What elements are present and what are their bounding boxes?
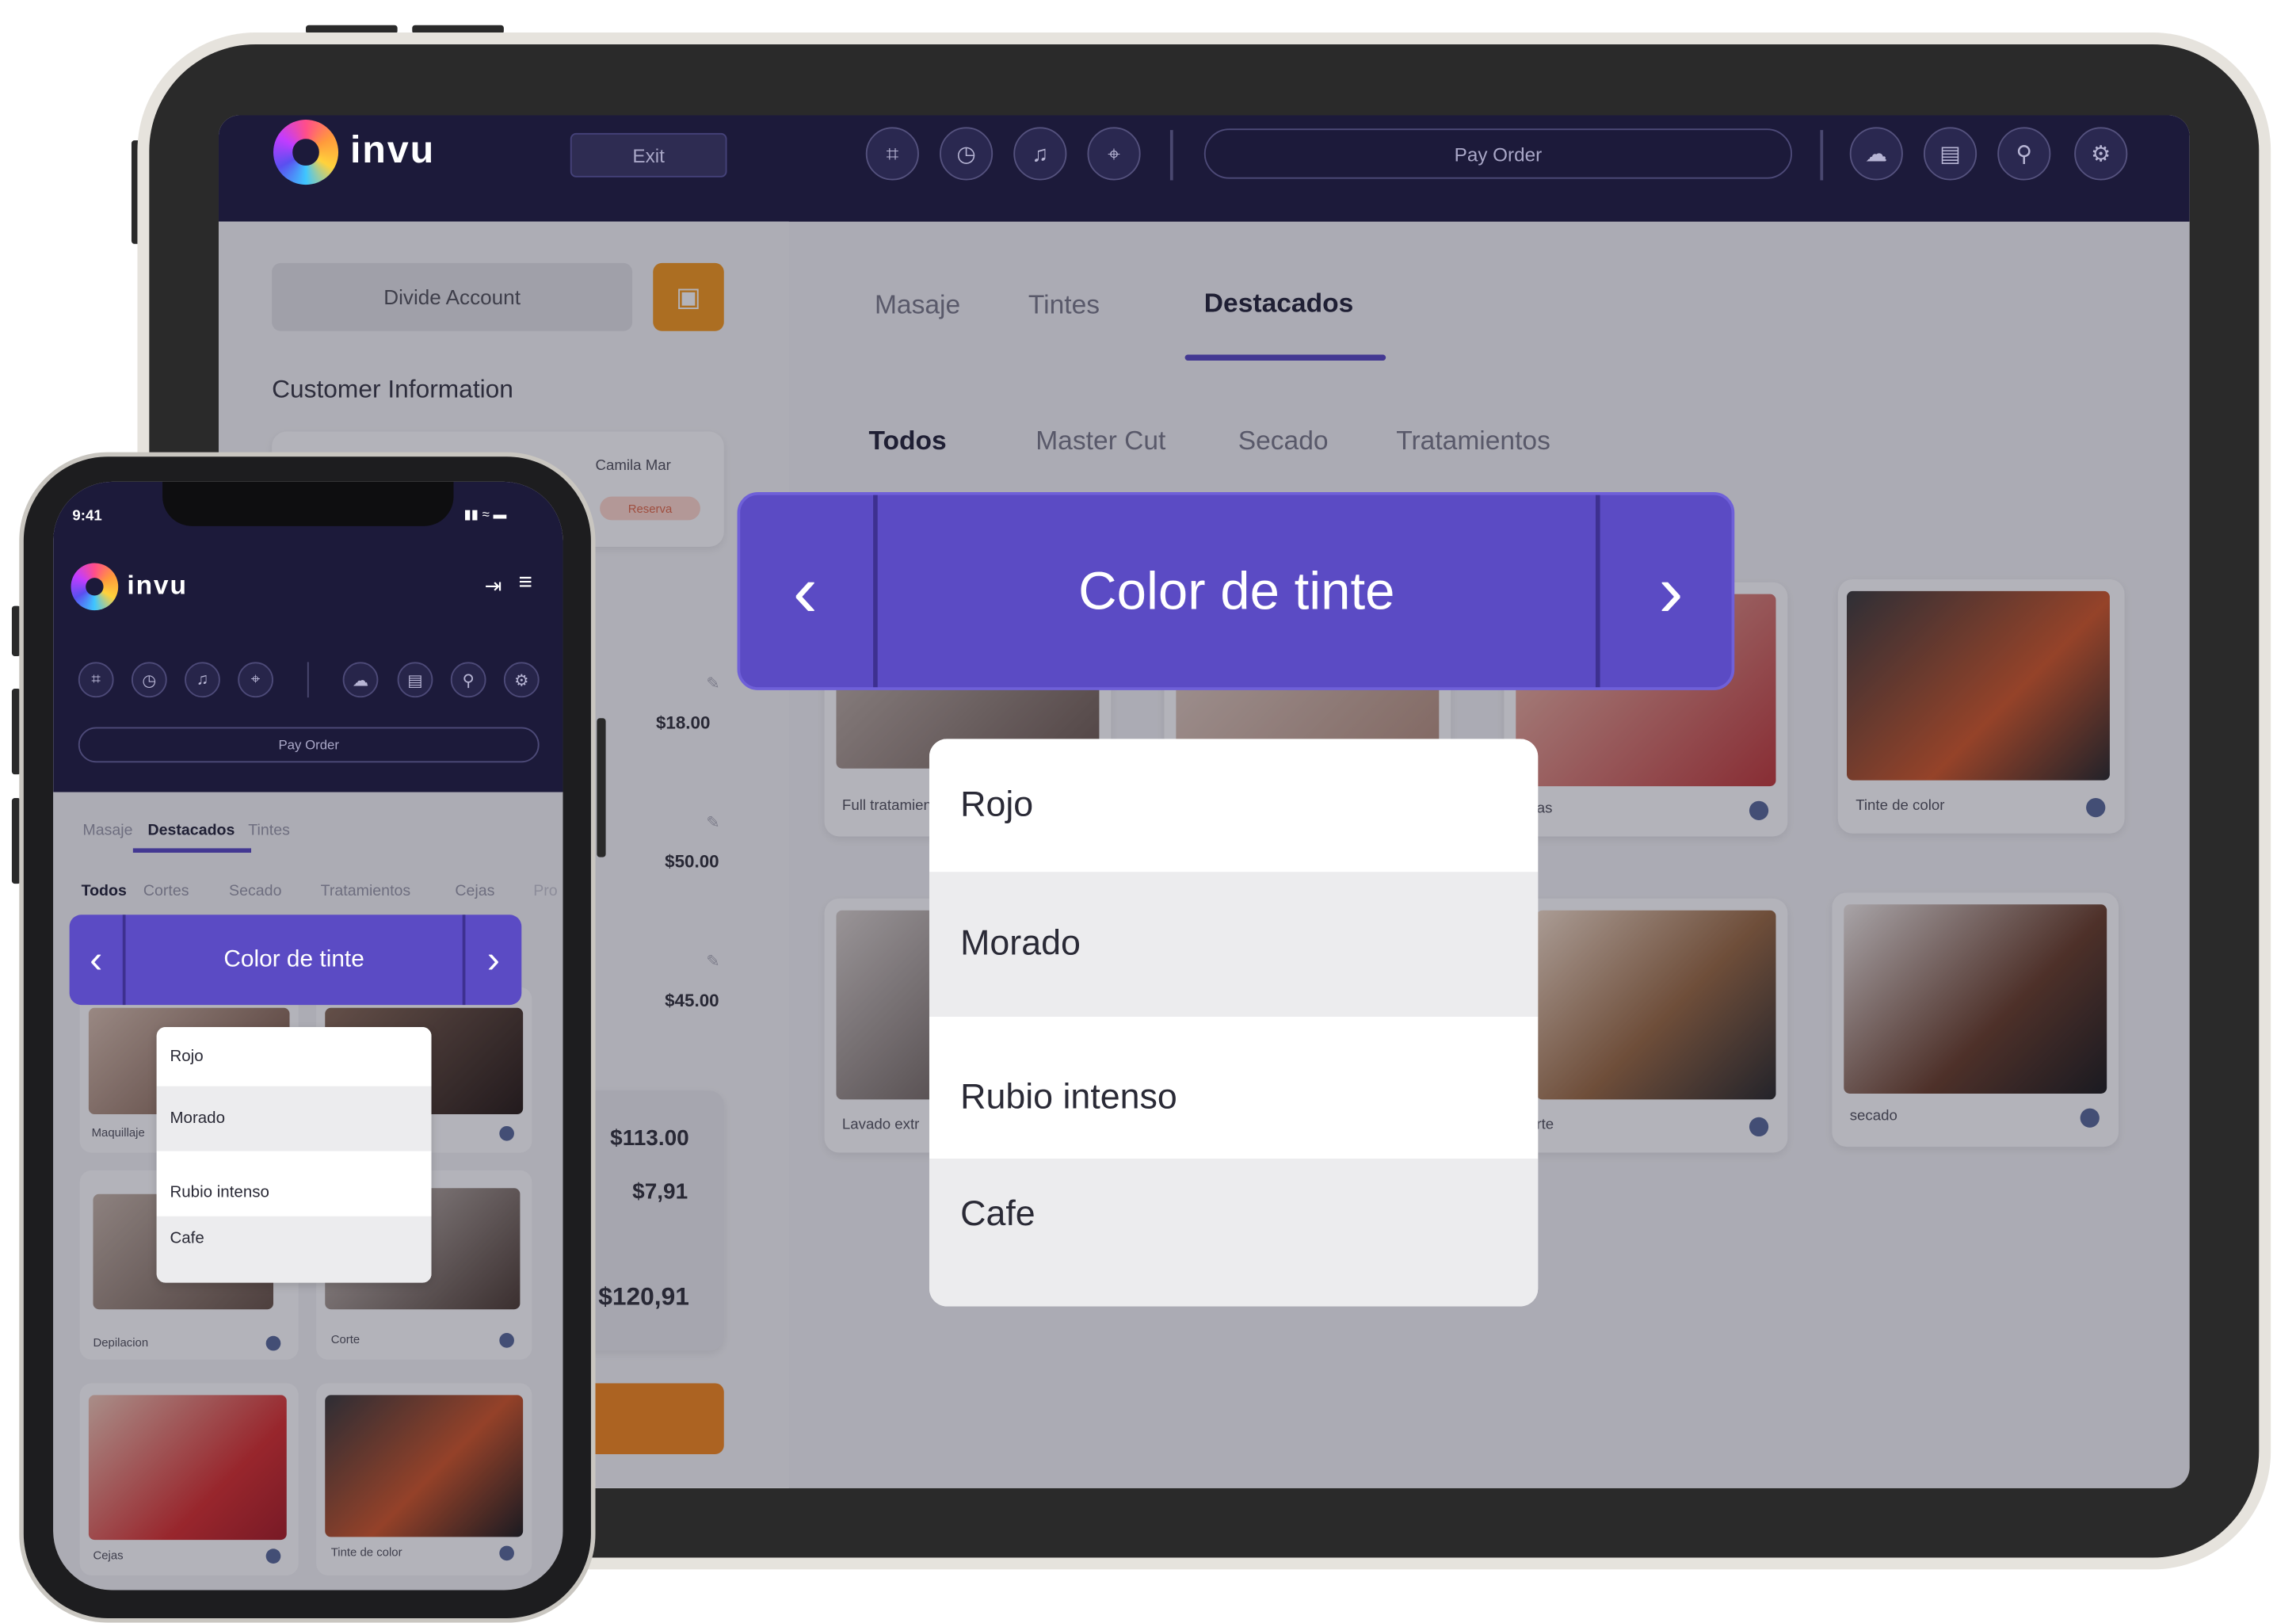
pay-order-button[interactable]: Pay Order bbox=[1203, 128, 1793, 179]
scan-icon[interactable]: ⌗ bbox=[865, 127, 919, 181]
search-icon[interactable]: ⚲ bbox=[1997, 127, 2051, 181]
status-icons: ▮▮ ≈ ▬ bbox=[463, 506, 507, 522]
scan-icon[interactable]: ⌗ bbox=[78, 662, 114, 698]
settings-icon[interactable]: ⚙ bbox=[2074, 127, 2128, 181]
option-cafe[interactable]: Cafe bbox=[929, 1159, 1539, 1307]
clock-icon[interactable]: ◷ bbox=[131, 662, 167, 698]
card-history-icon[interactable]: ▤ bbox=[1923, 127, 1978, 181]
clock-icon[interactable]: ◷ bbox=[940, 127, 994, 181]
option-rojo[interactable]: Rojo bbox=[929, 739, 1539, 873]
invu-logo-icon bbox=[71, 563, 119, 611]
chevron-right-icon[interactable]: › bbox=[462, 915, 522, 1006]
search-icon[interactable]: ⚲ bbox=[450, 662, 486, 698]
phone-screen: 9:41 ▮▮ ≈ ▬ invu ⇥ ≡ ⌗ ◷ ♫ ⌖ ☁ ▤ ⚲ ⚙ Pay… bbox=[53, 481, 563, 1591]
settings-icon[interactable]: ⚙ bbox=[503, 662, 540, 698]
cloud-sync-icon[interactable]: ☁ bbox=[342, 662, 379, 698]
divider bbox=[1820, 130, 1824, 181]
divider bbox=[307, 662, 309, 698]
option-rojo[interactable]: Rojo bbox=[156, 1027, 432, 1086]
option-morado[interactable]: Morado bbox=[156, 1086, 432, 1151]
option-cafe[interactable]: Cafe bbox=[156, 1216, 432, 1283]
phone-notch bbox=[162, 481, 454, 526]
crosshair-icon[interactable]: ⌖ bbox=[238, 662, 273, 698]
bell-icon[interactable]: ♫ bbox=[185, 662, 220, 698]
option-rubio-intenso[interactable]: Rubio intenso bbox=[156, 1151, 432, 1216]
divider bbox=[1169, 130, 1173, 181]
dropdown-title[interactable]: Color de tinte bbox=[128, 915, 460, 1005]
brand-name: invu bbox=[349, 127, 436, 172]
crosshair-icon[interactable]: ⌖ bbox=[1087, 127, 1141, 181]
chevron-left-icon[interactable]: ‹ bbox=[70, 915, 126, 1006]
cloud-sync-icon[interactable]: ☁ bbox=[1849, 127, 1903, 181]
status-time: 9:41 bbox=[72, 508, 102, 525]
menu-icon[interactable]: ≡ bbox=[519, 571, 532, 598]
invu-logo-icon bbox=[273, 120, 339, 185]
pay-order-button[interactable]: Pay Order bbox=[78, 727, 540, 763]
option-morado[interactable]: Morado bbox=[929, 872, 1539, 1017]
option-rubio-intenso[interactable]: Rubio intenso bbox=[929, 1016, 1539, 1159]
chevron-left-icon[interactable]: ‹ bbox=[740, 495, 870, 687]
card-history-icon[interactable]: ▤ bbox=[397, 662, 433, 698]
dropdown-header: ‹ Color de tinte › bbox=[69, 915, 522, 1006]
bell-icon[interactable]: ♫ bbox=[1013, 127, 1067, 181]
dropdown-header: ‹ Color de tinte › bbox=[737, 491, 1736, 690]
dropdown-title[interactable]: Color de tinte bbox=[873, 495, 1600, 688]
chevron-right-icon[interactable]: › bbox=[1606, 495, 1736, 687]
tablet-topbar: invu Exit ⌗ ◷ ♫ ⌖ Pay Order ☁ ▤ ⚲ ⚙ bbox=[218, 115, 2190, 222]
phone-side-button bbox=[597, 718, 606, 857]
dropdown-menu: Rojo Morado Rubio intenso Cafe bbox=[929, 739, 1539, 1307]
brand-name: invu bbox=[127, 570, 188, 601]
logout-icon[interactable]: ⇥ bbox=[485, 574, 502, 599]
exit-button[interactable]: Exit bbox=[570, 132, 727, 178]
dropdown-menu: Rojo Morado Rubio intenso Cafe bbox=[156, 1027, 432, 1283]
